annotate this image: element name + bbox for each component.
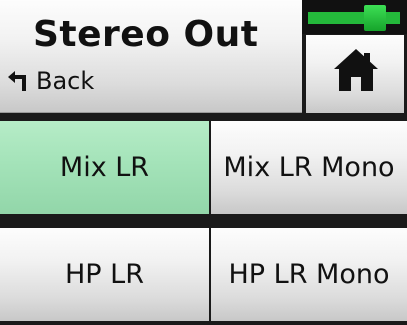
- option-hp-lr-mono[interactable]: HP LR Mono: [211, 228, 407, 321]
- home-button[interactable]: [306, 35, 404, 113]
- header-panel: Stereo Out Back: [0, 0, 302, 113]
- option-mix-lr[interactable]: Mix LR: [0, 121, 209, 214]
- page-title: Stereo Out: [33, 14, 259, 55]
- meter-track: [308, 12, 400, 24]
- level-meter: [302, 0, 407, 34]
- meter-knob[interactable]: [364, 5, 386, 31]
- back-label: Back: [36, 67, 95, 95]
- option-label: Mix LR: [59, 152, 150, 183]
- option-label: HP LR: [65, 259, 144, 290]
- back-arrow-icon: [8, 71, 26, 91]
- option-label: Mix LR Mono: [223, 152, 395, 183]
- back-button[interactable]: Back: [8, 63, 94, 99]
- option-label: HP LR Mono: [228, 259, 390, 290]
- option-hp-lr[interactable]: HP LR: [0, 228, 209, 321]
- option-mix-lr-mono[interactable]: Mix LR Mono: [211, 121, 407, 214]
- home-icon: [334, 49, 378, 91]
